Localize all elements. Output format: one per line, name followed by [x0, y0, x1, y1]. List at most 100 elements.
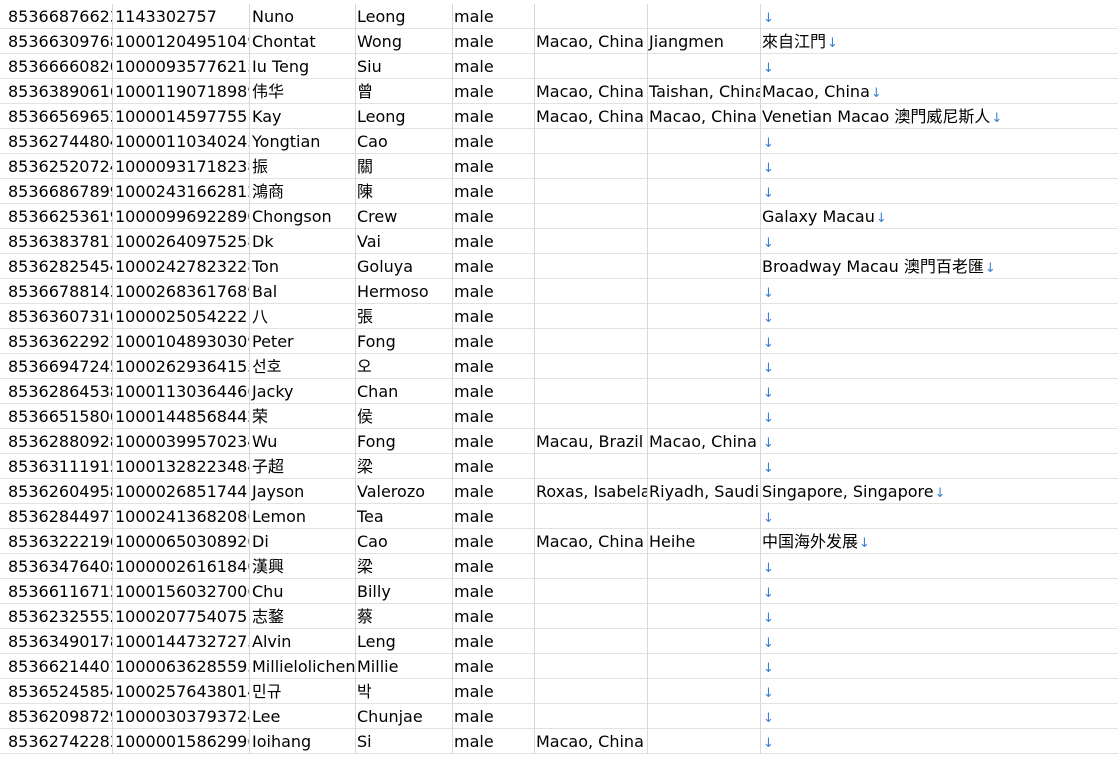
workplace-cell[interactable]: ↓ [761, 154, 1118, 179]
workplace-cell[interactable]: Venetian Macao 澳門威尼斯人↓ [761, 104, 1118, 129]
user-id-cell[interactable]: 100015603270060 [113, 579, 250, 604]
first-name-cell[interactable]: Nuno [250, 4, 356, 29]
phone-cell[interactable]: 85366309768 [0, 29, 113, 54]
phone-cell[interactable]: 85366214401 [0, 654, 113, 679]
workplace-cell[interactable]: ↓ [761, 404, 1118, 429]
hometown-cell[interactable] [535, 379, 648, 404]
phone-cell[interactable]: 85362744804 [0, 129, 113, 154]
hometown-cell[interactable] [535, 304, 648, 329]
workplace-cell[interactable]: ↓ [761, 579, 1118, 604]
hometown-cell[interactable] [535, 604, 648, 629]
workplace-cell[interactable]: ↓ [761, 379, 1118, 404]
last-name-cell[interactable]: Chan [356, 379, 453, 404]
last-name-cell[interactable]: Cao [356, 529, 453, 554]
phone-cell[interactable]: 85362825454 [0, 254, 113, 279]
first-name-cell[interactable]: Iu Teng [250, 54, 356, 79]
current-city-cell[interactable] [648, 604, 761, 629]
phone-cell[interactable]: 85362864538 [0, 379, 113, 404]
first-name-cell[interactable]: 선호 [250, 354, 356, 379]
last-name-cell[interactable]: Wong [356, 29, 453, 54]
hometown-cell[interactable] [535, 229, 648, 254]
workplace-cell[interactable]: ↓ [761, 454, 1118, 479]
gender-cell[interactable]: male [453, 629, 535, 654]
current-city-cell[interactable] [648, 704, 761, 729]
workplace-cell[interactable]: ↓ [761, 179, 1118, 204]
user-id-cell[interactable]: 1143302757 [113, 4, 250, 29]
hometown-cell[interactable]: Roxas, Isabela [535, 479, 648, 504]
current-city-cell[interactable] [648, 379, 761, 404]
phone-cell[interactable]: 85366660820 [0, 54, 113, 79]
user-id-cell[interactable]: 100010489303095 [113, 329, 250, 354]
current-city-cell[interactable] [648, 229, 761, 254]
gender-cell[interactable]: male [453, 229, 535, 254]
first-name-cell[interactable]: Kay [250, 104, 356, 129]
user-id-cell[interactable]: 100011907189898 [113, 79, 250, 104]
current-city-cell[interactable] [648, 554, 761, 579]
workplace-cell[interactable]: ↓ [761, 129, 1118, 154]
current-city-cell[interactable] [648, 279, 761, 304]
gender-cell[interactable]: male [453, 579, 535, 604]
first-name-cell[interactable]: 八 [250, 304, 356, 329]
phone-cell[interactable]: 85363890616 [0, 79, 113, 104]
current-city-cell[interactable] [648, 254, 761, 279]
user-id-cell[interactable]: 100024316628128 [113, 179, 250, 204]
last-name-cell[interactable]: 侯 [356, 404, 453, 429]
phone-cell[interactable]: 85362520724 [0, 154, 113, 179]
user-id-cell[interactable]: 100009357762150 [113, 54, 250, 79]
current-city-cell[interactable] [648, 154, 761, 179]
current-city-cell[interactable] [648, 454, 761, 479]
gender-cell[interactable]: male [453, 279, 535, 304]
last-name-cell[interactable]: Tea [356, 504, 453, 529]
last-name-cell[interactable]: Crew [356, 204, 453, 229]
hometown-cell[interactable]: Macao, China [535, 79, 648, 104]
user-id-cell[interactable]: 100024278232280 [113, 254, 250, 279]
last-name-cell[interactable]: Leong [356, 4, 453, 29]
current-city-cell[interactable] [648, 729, 761, 754]
current-city-cell[interactable] [648, 504, 761, 529]
user-id-cell[interactable]: 100014485684429 [113, 404, 250, 429]
phone-cell[interactable]: 85363222196 [0, 529, 113, 554]
first-name-cell[interactable]: 志鍪 [250, 604, 356, 629]
user-id-cell[interactable]: 100003037937241 [113, 704, 250, 729]
gender-cell[interactable]: male [453, 479, 535, 504]
last-name-cell[interactable]: Fong [356, 429, 453, 454]
phone-cell[interactable]: 85363622921 [0, 329, 113, 354]
first-name-cell[interactable]: Dk [250, 229, 356, 254]
current-city-cell[interactable] [648, 54, 761, 79]
user-id-cell[interactable]: 100006503089202 [113, 529, 250, 554]
last-name-cell[interactable]: 오 [356, 354, 453, 379]
gender-cell[interactable]: male [453, 4, 535, 29]
gender-cell[interactable]: male [453, 204, 535, 229]
last-name-cell[interactable]: Goluya [356, 254, 453, 279]
last-name-cell[interactable]: Vai [356, 229, 453, 254]
user-id-cell[interactable]: 100002685174416 [113, 479, 250, 504]
user-id-cell[interactable]: 100000158629969 [113, 729, 250, 754]
phone-cell[interactable]: 85363111915 [0, 454, 113, 479]
user-id-cell[interactable]: 100003995702345 [113, 429, 250, 454]
workplace-cell[interactable]: ↓ [761, 504, 1118, 529]
workplace-cell[interactable]: 中国海外发展↓ [761, 529, 1118, 554]
current-city-cell[interactable] [648, 679, 761, 704]
last-name-cell[interactable]: 曾 [356, 79, 453, 104]
phone-cell[interactable]: 85365245854 [0, 679, 113, 704]
current-city-cell[interactable]: Heihe [648, 529, 761, 554]
workplace-cell[interactable]: ↓ [761, 54, 1118, 79]
last-name-cell[interactable]: Leng [356, 629, 453, 654]
last-name-cell[interactable]: 陳 [356, 179, 453, 204]
hometown-cell[interactable]: Macao, China [535, 29, 648, 54]
last-name-cell[interactable]: Siu [356, 54, 453, 79]
first-name-cell[interactable]: Ioihang [250, 729, 356, 754]
gender-cell[interactable]: male [453, 504, 535, 529]
first-name-cell[interactable]: Wu [250, 429, 356, 454]
gender-cell[interactable]: male [453, 529, 535, 554]
current-city-cell[interactable]: Macao, China [648, 429, 761, 454]
gender-cell[interactable]: male [453, 679, 535, 704]
current-city-cell[interactable] [648, 579, 761, 604]
gender-cell[interactable]: male [453, 254, 535, 279]
user-id-cell[interactable]: 100020775407512 [113, 604, 250, 629]
first-name-cell[interactable]: Millielolichen [250, 654, 356, 679]
last-name-cell[interactable]: 蔡 [356, 604, 453, 629]
last-name-cell[interactable]: Chunjae [356, 704, 453, 729]
first-name-cell[interactable]: Jayson [250, 479, 356, 504]
phone-cell[interactable]: 85366515806 [0, 404, 113, 429]
